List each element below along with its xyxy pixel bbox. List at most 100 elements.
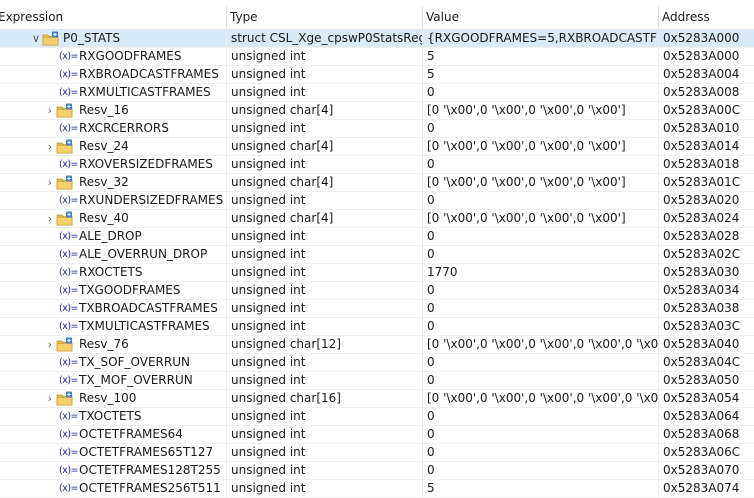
value-cell[interactable]: 0 xyxy=(422,426,658,444)
value-cell[interactable]: 5 xyxy=(422,48,658,66)
value-cell[interactable]: 0 xyxy=(422,156,658,174)
column-divider xyxy=(658,318,659,336)
column-divider xyxy=(226,390,227,408)
column-divider xyxy=(658,30,659,48)
chevron-down-icon[interactable]: ∨ xyxy=(30,31,42,47)
column-divider xyxy=(226,192,227,210)
value-cell[interactable]: [0 '\x00',0 '\x00',0 '\x00',0 '\x00'] xyxy=(422,102,658,120)
address-cell: 0x5283A000 xyxy=(663,31,740,45)
table-row[interactable]: › Resv_16 unsigned char[4] [0 '\x00',0 '\x0… xyxy=(0,102,754,120)
value-cell[interactable]: 0 xyxy=(422,444,658,462)
table-row[interactable]: › Resv_76 unsigned char[12] [0 '\x00',0 '\x… xyxy=(0,336,754,354)
header-address[interactable]: Address xyxy=(658,6,754,29)
table-row[interactable]: (x)= TXBROADCASTFRAMES unsigned int 0 0x5283… xyxy=(0,300,754,318)
type-cell: unsigned char[4] xyxy=(231,175,334,189)
expression-cell: (x)= TXMULTICASTFRAMES xyxy=(0,318,226,336)
table-row[interactable]: (x)= TXOCTETS unsigned int 0 0x5283A064 xyxy=(0,408,754,426)
expression-name: RXBROADCASTFRAMES xyxy=(79,67,219,81)
table-row[interactable]: (x)= ALE_OVERRUN_DROP unsigned int 0 0x5283A… xyxy=(0,246,754,264)
chevron-right-icon[interactable]: › xyxy=(44,139,56,155)
table-row[interactable]: ∨ P0_STATS struct CSL_Xge_cpswP0StatsRegs{… xyxy=(0,30,754,48)
table-row[interactable]: (x)= TXGOODFRAMES unsigned int 0 0x5283A034 xyxy=(0,282,754,300)
header-type[interactable]: Type xyxy=(226,6,422,29)
value-cell[interactable]: 0 xyxy=(422,192,658,210)
expression-cell: (x)= TXBROADCASTFRAMES xyxy=(0,300,226,318)
value-cell[interactable]: 5 xyxy=(422,66,658,84)
expression-cell: › Resv_24 xyxy=(0,138,226,156)
address-cell: 0x5283A054 xyxy=(663,391,740,405)
address-cell: 0x5283A068 xyxy=(663,427,740,441)
chevron-right-icon[interactable]: › xyxy=(44,175,56,191)
expressions-view: Expression Type Value Address ∨ P0_STATS s… xyxy=(0,0,754,498)
column-divider xyxy=(658,138,659,156)
chevron-right-icon[interactable]: › xyxy=(44,337,56,353)
value-cell[interactable]: 0 xyxy=(422,246,658,264)
table-row[interactable]: (x)= RXOVERSIZEDFRAMES unsigned int 0 0x5283… xyxy=(0,156,754,174)
table-row[interactable]: (x)= RXGOODFRAMES unsigned int 5 0x5283A000 xyxy=(0,48,754,66)
variable-icon: (x)= xyxy=(59,267,79,278)
chevron-right-icon[interactable]: › xyxy=(44,391,56,407)
table-row[interactable]: (x)= RXUNDERSIZEDFRAMES unsigned int 0 0x528… xyxy=(0,192,754,210)
chevron-right-icon[interactable]: › xyxy=(44,103,56,119)
table-row[interactable]: › Resv_32 unsigned char[4] [0 '\x00',0 '\x0… xyxy=(0,174,754,192)
value-cell[interactable]: [0 '\x00',0 '\x00',0 '\x00',0 '\x00'] xyxy=(422,138,658,156)
value-cell[interactable]: 0 xyxy=(422,228,658,246)
type-cell: unsigned int xyxy=(231,319,306,333)
table-row[interactable]: (x)= OCTETFRAMES64 unsigned int 0 0x5283A068 xyxy=(0,426,754,444)
value-cell[interactable]: 1770 xyxy=(422,264,658,282)
address-cell: 0x5283A064 xyxy=(663,409,740,423)
address-cell: 0x5283A004 xyxy=(663,67,740,81)
column-divider xyxy=(226,318,227,336)
column-divider xyxy=(658,66,659,84)
value-cell[interactable]: 0 xyxy=(422,300,658,318)
address-cell: 0x5283A008 xyxy=(663,85,740,99)
expression-cell: (x)= RXUNDERSIZEDFRAMES xyxy=(0,192,226,210)
value-cell[interactable]: 0 xyxy=(422,84,658,102)
value-cell[interactable]: [0 '\x00',0 '\x00',0 '\x00',0 '\x00'] xyxy=(422,174,658,192)
type-cell: unsigned char[4] xyxy=(231,103,334,117)
table-row[interactable]: (x)= RXBROADCASTFRAMES unsigned int 5 0x5283… xyxy=(0,66,754,84)
chevron-right-icon[interactable]: › xyxy=(44,211,56,227)
table-row[interactable]: (x)= ALE_DROP unsigned int 0 0x5283A028 xyxy=(0,228,754,246)
value-cell[interactable]: 0 xyxy=(422,120,658,138)
value-cell[interactable]: {RXGOODFRAMES=5,RXBROADCASTFRA... xyxy=(422,30,658,48)
expression-name: TXGOODFRAMES xyxy=(79,283,181,297)
value-cell[interactable]: [0 '\x00',0 '\x00',0 '\x00',0 '\x00',0 '… xyxy=(422,390,658,408)
column-divider xyxy=(226,48,227,66)
table-row[interactable]: (x)= OCTETFRAMES65T127 unsigned int 0 0x5283… xyxy=(0,444,754,462)
table-row[interactable]: (x)= OCTETFRAMES256T511 unsigned int 5 0x528… xyxy=(0,480,754,498)
table-row[interactable]: › Resv_100 unsigned char[16] [0 '\x00',0 '\… xyxy=(0,390,754,408)
table-row[interactable]: (x)= RXOCTETS unsigned int 1770 0x5283A030 xyxy=(0,264,754,282)
table-row[interactable]: (x)= TXMULTICASTFRAMES unsigned int 0 0x5283… xyxy=(0,318,754,336)
type-cell: unsigned char[4] xyxy=(231,211,334,225)
table-row[interactable]: (x)= RXMULTICASTFRAMES unsigned int 0 0x5283… xyxy=(0,84,754,102)
value-cell[interactable]: 0 xyxy=(422,282,658,300)
value-cell[interactable]: 0 xyxy=(422,462,658,480)
table-row[interactable]: (x)= TX_MOF_OVERRUN unsigned int 0 0x5283A05… xyxy=(0,372,754,390)
column-divider xyxy=(226,174,227,192)
value-cell[interactable]: 0 xyxy=(422,408,658,426)
table-row[interactable]: (x)= TX_SOF_OVERRUN unsigned int 0 0x5283A04… xyxy=(0,354,754,372)
table-row[interactable]: (x)= OCTETFRAMES128T255 unsigned int 0 0x528… xyxy=(0,462,754,480)
table-row[interactable]: (x)= RXCRCERRORS unsigned int 0 0x5283A010 xyxy=(0,120,754,138)
type-cell: unsigned int xyxy=(231,373,306,387)
value-cell[interactable]: 0 xyxy=(422,372,658,390)
value-cell[interactable]: 5 xyxy=(422,480,658,498)
value-cell[interactable]: [0 '\x00',0 '\x00',0 '\x00',0 '\x00',0 '… xyxy=(422,336,658,354)
expression-name: Resv_40 xyxy=(79,211,129,225)
column-divider xyxy=(658,354,659,372)
address-cell: 0x5283A070 xyxy=(663,463,740,477)
column-divider xyxy=(422,84,423,102)
column-divider xyxy=(658,84,659,102)
header-value[interactable]: Value xyxy=(422,6,658,29)
value-cell[interactable]: 0 xyxy=(422,318,658,336)
address-cell: 0x5283A034 xyxy=(663,283,740,297)
expression-name: OCTETFRAMES256T511 xyxy=(79,481,221,495)
address-cell: 0x5283A014 xyxy=(663,139,740,153)
header-expression[interactable]: Expression xyxy=(0,6,226,29)
column-divider xyxy=(658,390,659,408)
value-cell[interactable]: 0 xyxy=(422,354,658,372)
value-cell[interactable]: [0 '\x00',0 '\x00',0 '\x00',0 '\x00'] xyxy=(422,210,658,228)
table-row[interactable]: › Resv_40 unsigned char[4] [0 '\x00',0 '\x0… xyxy=(0,210,754,228)
table-row[interactable]: › Resv_24 unsigned char[4] [0 '\x00',0 '\x0… xyxy=(0,138,754,156)
